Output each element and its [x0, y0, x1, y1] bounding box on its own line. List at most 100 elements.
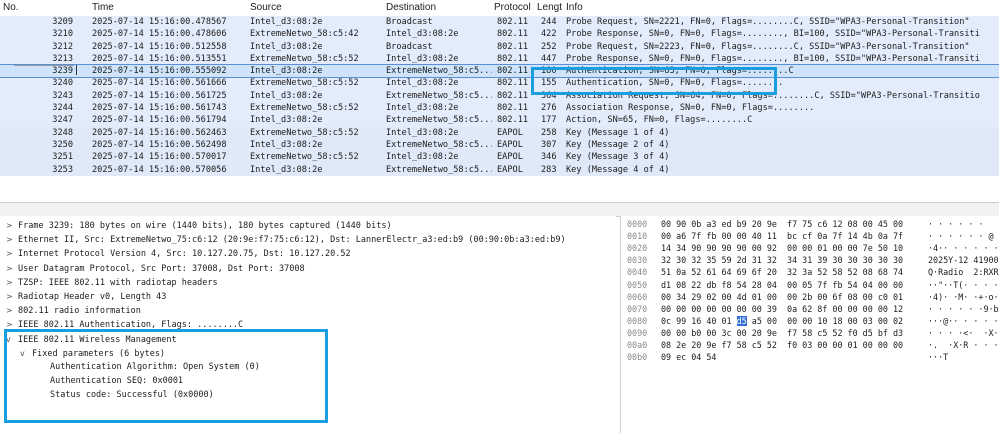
byte-hex-row[interactable]: 08 2e 20 9e f7 58 c5 52 f0 03 00 00 01 0… [661, 340, 903, 352]
byte-ascii-row[interactable]: ···@·· · · · · · · [928, 316, 999, 328]
packet-info: Key (Message 4 of 4) [566, 164, 670, 175]
byte-ascii-row[interactable]: Q·Radio 2:RXR·ht [928, 267, 999, 279]
expand-arrow-icon[interactable]: > [6, 219, 18, 232]
packet-destination: Broadcast [386, 17, 433, 27]
selected-packet-marker [76, 65, 77, 76]
expand-arrow-icon[interactable]: > [6, 247, 18, 260]
tree-item[interactable]: > IEEE 802.11 Authentication, Flags: ....… [6, 318, 243, 331]
col-header-length[interactable]: Lengt [537, 2, 562, 13]
table-row[interactable]: 3253 2025-07-14 15:16:00.570056 Intel_d3:0… [0, 163, 999, 176]
tree-item[interactable]: > User Datagram Protocol, Src Port: 37008… [6, 262, 305, 275]
packet-protocol: EAPOL [497, 127, 523, 138]
byte-hex-row[interactable]: 00 34 29 02 00 4d 01 00 00 2b 00 6f 08 0… [661, 292, 903, 304]
table-row[interactable]: 3240 2025-07-14 15:16:00.561666 ExtremeNet… [0, 77, 999, 90]
byte-hex-row[interactable]: 00 00 00 00 00 00 00 39 0a 62 8f 00 00 0… [661, 304, 903, 316]
table-row[interactable]: 3239 2025-07-14 15:16:00.555092 Intel_d3:0… [0, 64, 999, 79]
tree-item-fixed-params[interactable]: v Fixed parameters (6 bytes) [20, 347, 165, 360]
expand-arrow-icon[interactable]: > [6, 318, 18, 331]
packet-source: ExtremeNetwo_58:c5:52 [250, 78, 359, 89]
packet-length: 252 [541, 41, 557, 52]
packet-destination: Intel_d3:08:2e [386, 103, 459, 114]
expand-arrow-icon[interactable]: v [6, 333, 18, 346]
col-header-source[interactable]: Source [250, 2, 282, 13]
tree-item[interactable]: > Frame 3239: 180 bytes on wire (1440 bit… [6, 219, 392, 232]
byte-ascii-row[interactable]: ·4·· · · · · · · ~P· [928, 243, 999, 255]
byte-hex-row[interactable]: d1 08 22 db f8 54 28 04 00 05 7f fb 54 0… [661, 280, 903, 292]
table-row[interactable]: 3212 2025-07-14 15:16:00.512558 Intel_d3:0… [0, 40, 999, 53]
table-row[interactable]: 3244 2025-07-14 15:16:00.561743 ExtremeNet… [0, 102, 999, 115]
packet-no: 3240 [52, 78, 73, 89]
packet-source: Intel_d3:08:2e [250, 164, 323, 175]
byte-hex-row[interactable]: 00 a6 7f fb 00 00 40 11 bc cf 0a 7f 14 4… [661, 231, 903, 243]
byte-ascii-row[interactable]: · · · · · · @ · · · · · K · · [928, 231, 999, 243]
expand-arrow-icon[interactable]: > [6, 276, 18, 289]
tree-item-field[interactable]: Authentication SEQ: 0x0001 [50, 375, 183, 388]
packet-no: 3251 [52, 152, 73, 163]
col-header-info[interactable]: Info [566, 2, 583, 13]
byte-offset: 0000 [627, 219, 648, 229]
packet-length: 258 [541, 127, 557, 138]
byte-ascii-row[interactable]: · · · · · · · · u · · · E · [928, 219, 999, 231]
table-row[interactable]: 3213 2025-07-14 15:16:00.513551 ExtremeNet… [0, 52, 999, 66]
table-row[interactable]: 3247 2025-07-14 15:16:00.561794 Intel_d3:0… [0, 114, 999, 127]
table-row[interactable]: 3243 2025-07-14 15:16:00.561725 Intel_d3:0… [0, 89, 999, 103]
packet-protocol: 802.11 [497, 78, 529, 89]
tree-item[interactable]: > Internet Protocol Version 4, Src: 10.12… [6, 247, 351, 260]
byte-hex-row[interactable]: 14 34 90 90 90 90 00 92 00 00 01 00 00 7… [661, 243, 903, 255]
byte-ascii-row[interactable]: 2025Y-12 41900000 [928, 255, 999, 267]
expand-arrow-icon[interactable]: > [6, 262, 18, 275]
packet-protocol: 802.11 [497, 103, 529, 114]
tree-item-text: Internet Protocol Version 4, Src: 10.127… [18, 249, 351, 260]
packet-length: 244 [541, 17, 557, 27]
byte-ascii-row[interactable]: · · · ·<· ·X·R· · · [928, 328, 999, 340]
expand-arrow-icon[interactable]: > [6, 304, 18, 317]
pane-splitter[interactable] [0, 202, 999, 217]
tree-item-text: Frame 3239: 180 bytes on wire (1440 bits… [18, 221, 392, 231]
expand-arrow-icon[interactable]: > [6, 233, 18, 246]
byte-offset: 0010 [627, 231, 648, 242]
packet-list-pane[interactable]: No. Time Source Destination Protocol Len… [0, 0, 999, 202]
byte-hex-row[interactable]: 00 90 0b a3 ed b9 20 9e f7 75 c6 12 08 0… [661, 219, 903, 231]
packet-destination: Intel_d3:08:2e [386, 78, 459, 89]
byte-hex-text: 00 00 b0 00 3c 00 20 9e f7 58 c5 52 f0 d… [661, 327, 904, 338]
byte-hex-row[interactable]: 00 00 b0 00 3c 00 20 9e f7 58 c5 52 f0 d… [661, 328, 903, 340]
expand-arrow-icon[interactable]: > [6, 290, 18, 303]
packet-source: Intel_d3:08:2e [250, 66, 323, 77]
tree-item[interactable]: > Radiotap Header v0, Length 43 [6, 290, 166, 303]
packet-destination: ExtremeNetwo_58:c5... [386, 90, 492, 101]
packet-bytes-pane[interactable]: 0000 00 90 0b a3 ed b9 20 9e f7 75 c6 12 … [620, 216, 999, 433]
tree-item[interactable]: v IEEE 802.11 Wireless Management [6, 333, 177, 346]
byte-ascii-row[interactable]: · · · · · ·9·b· · · · [928, 304, 999, 316]
packet-rows: 3209 2025-07-14 15:16:00.478567 Intel_d3:0… [0, 16, 999, 176]
byte-ascii-row[interactable]: ·. ·X·R · · · · · [928, 340, 999, 352]
packet-no: 3213 [52, 53, 73, 64]
table-row[interactable]: 3209 2025-07-14 15:16:00.478567 Intel_d3:0… [0, 16, 999, 29]
byte-hex-row[interactable]: 32 30 32 35 59 2d 31 32 34 31 39 30 30 3… [661, 255, 903, 267]
byte-hex-row[interactable]: 0c 99 16 40 01 d5 a5 00 00 00 10 18 00 0… [661, 315, 903, 328]
packet-details-pane[interactable]: > Frame 3239: 180 bytes on wire (1440 bit… [0, 216, 616, 433]
tree-item-field[interactable]: Authentication Algorithm: Open System (0… [50, 361, 260, 374]
table-row[interactable]: 3251 2025-07-14 15:16:00.570017 ExtremeNet… [0, 151, 999, 164]
table-row[interactable]: 3248 2025-07-14 15:16:00.562463 ExtremeNet… [0, 126, 999, 139]
byte-hex-text: 00 90 0b a3 ed b9 20 9e f7 75 c6 12 08 0… [661, 219, 904, 229]
byte-ascii-row[interactable]: ···T [928, 352, 948, 364]
tree-item[interactable]: > Ethernet II, Src: ExtremeNetwo_75:c6:12… [6, 233, 566, 246]
byte-hex-selected[interactable]: d5 [736, 315, 747, 326]
byte-ascii-row[interactable]: ··"··T(· · · · T · · [928, 280, 999, 292]
packet-no: 3247 [52, 115, 73, 126]
table-row[interactable]: 3210 2025-07-14 15:16:00.478606 ExtremeNet… [0, 28, 999, 41]
tree-item[interactable]: > TZSP: IEEE 802.11 with radiotap headers [6, 276, 218, 289]
table-row[interactable]: 3250 2025-07-14 15:16:00.562498 Intel_d3:0… [0, 138, 999, 152]
expand-arrow-icon[interactable]: v [20, 347, 32, 360]
tree-item-text: Status code: Successful (0x0000) [50, 390, 214, 401]
byte-hex-text: 0c 99 16 40 01 [661, 315, 737, 326]
col-header-protocol[interactable]: Protocol [494, 2, 531, 13]
byte-ascii-row[interactable]: ·4)· ·M· ·+·o· · · [928, 292, 999, 304]
byte-hex-row[interactable]: 09 ec 04 54 [661, 352, 716, 364]
col-header-destination[interactable]: Destination [386, 2, 436, 13]
col-header-time[interactable]: Time [92, 2, 114, 13]
col-header-no[interactable]: No. [3, 2, 19, 13]
tree-item-field[interactable]: Status code: Successful (0x0000) [50, 389, 214, 402]
tree-item[interactable]: >802.11 radio information [6, 304, 141, 317]
byte-hex-row[interactable]: 51 0a 52 61 64 69 6f 20 32 3a 52 58 52 0… [661, 267, 903, 279]
